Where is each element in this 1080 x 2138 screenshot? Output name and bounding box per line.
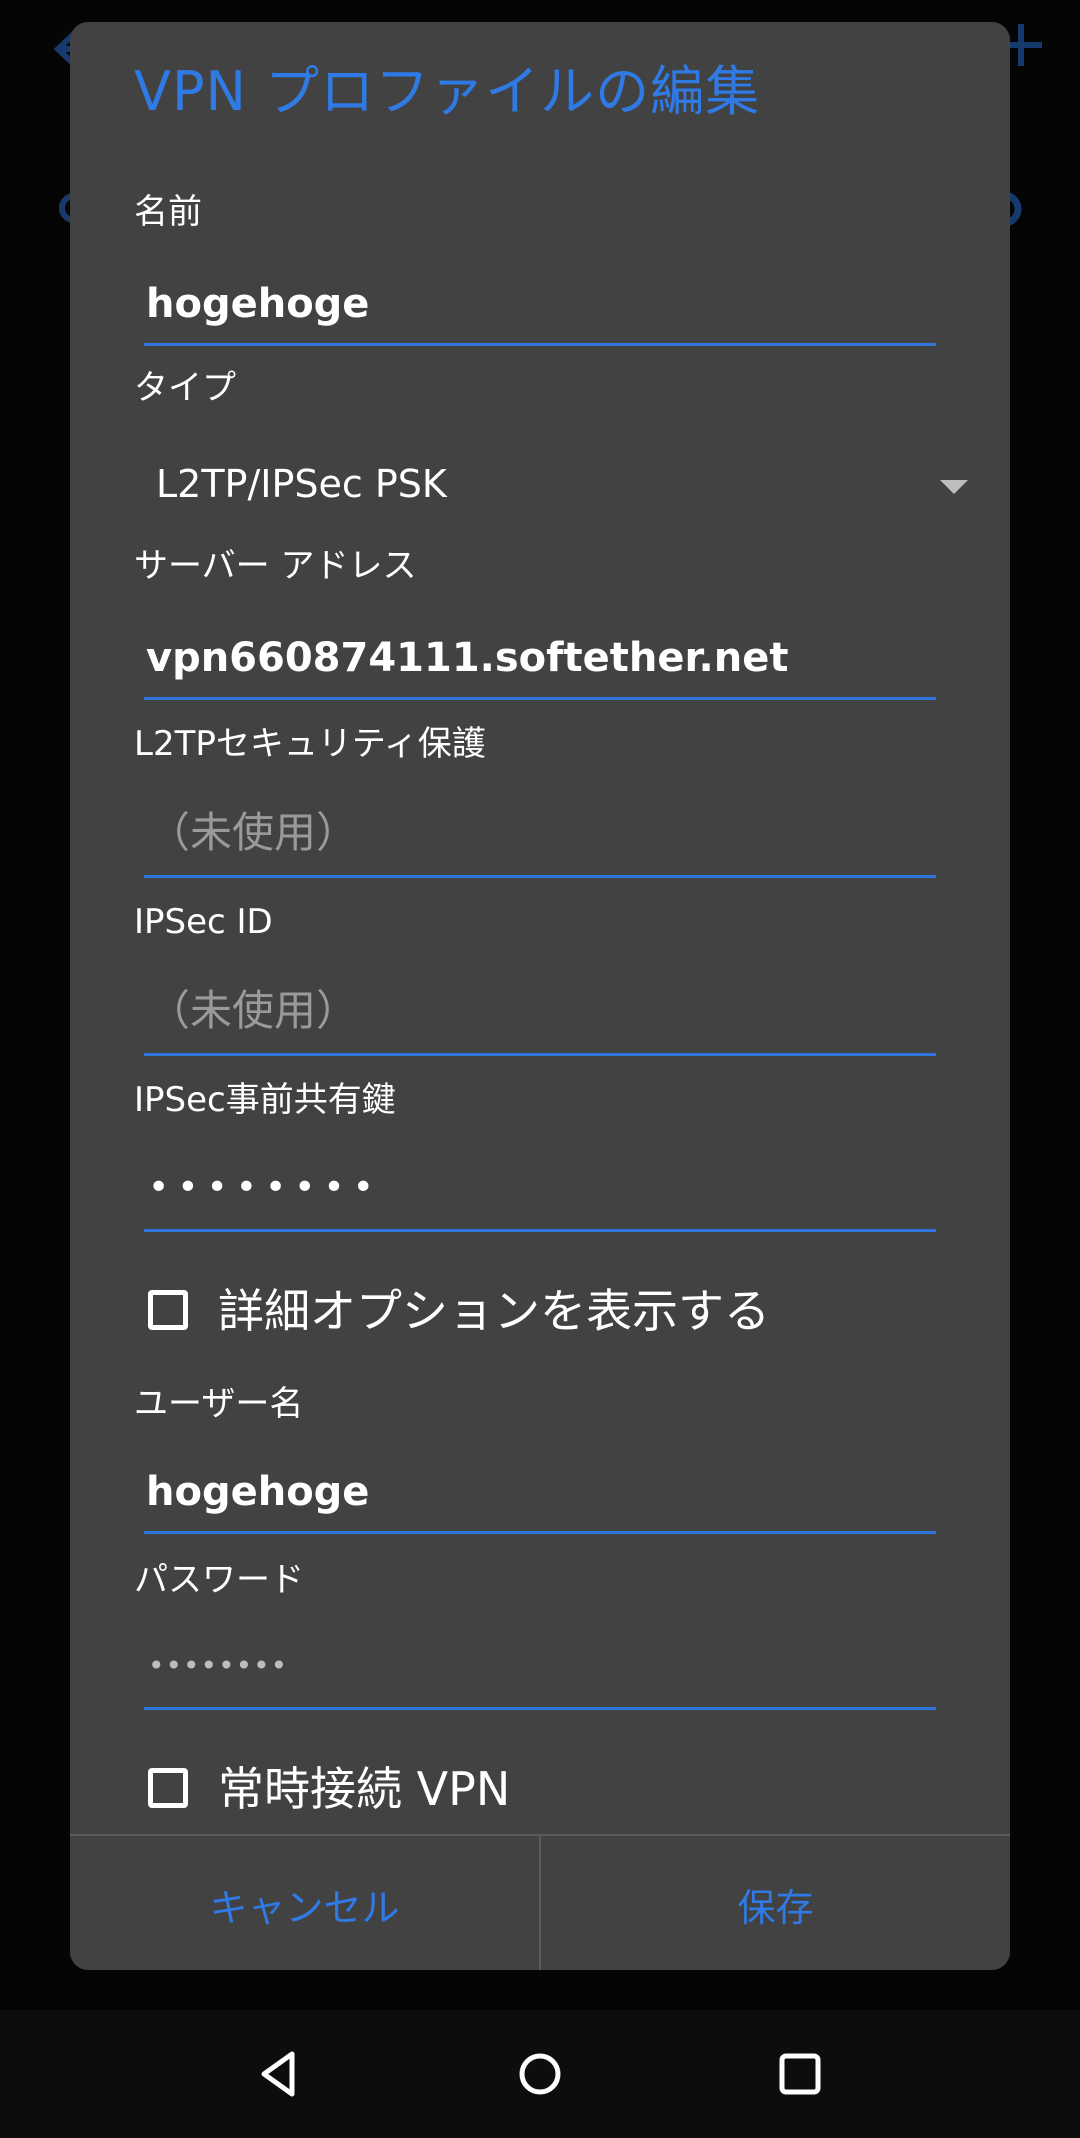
password-masked-value: •••••••• (148, 1649, 289, 1682)
username-container (144, 1454, 936, 1534)
recents-icon[interactable] (770, 2044, 830, 2104)
dialog-title: VPN プロファイルの編集 (134, 60, 761, 123)
l2tp-secret-field[interactable]: （未使用） (144, 798, 936, 878)
name-label: 名前 (134, 192, 202, 232)
password-label: パスワード (134, 1560, 304, 1600)
ipsec-id-placeholder: （未使用） (148, 986, 359, 1035)
l2tp-secret-placeholder: （未使用） (148, 808, 359, 857)
username-input[interactable] (144, 1454, 936, 1530)
server-address-container (144, 620, 936, 700)
dialog-button-bar: キャンセル 保存 (70, 1834, 1010, 1970)
ipsec-psk-label: IPSec事前共有鍵 (134, 1080, 396, 1120)
server-address-input[interactable] (144, 620, 936, 696)
dropdown-arrow-icon (940, 480, 968, 494)
always-on-vpn-checkbox[interactable] (148, 1768, 188, 1808)
name-input[interactable] (144, 266, 936, 342)
cancel-button[interactable]: キャンセル (70, 1836, 541, 1970)
ipsec-psk-masked-value: •••••••• (148, 1167, 382, 1208)
password-field[interactable]: •••••••• (144, 1630, 936, 1710)
type-select-value: L2TP/IPSec PSK (156, 462, 447, 506)
save-button[interactable]: 保存 (541, 1836, 1010, 1970)
always-on-vpn-label: 常時接続 VPN (218, 1762, 511, 1816)
always-on-vpn-option[interactable]: 常時接続 VPN (148, 1762, 848, 1822)
show-advanced-label: 詳細オプションを表示する (218, 1284, 770, 1338)
username-label: ユーザー名 (134, 1384, 304, 1424)
ipsec-id-label: IPSec ID (134, 902, 273, 942)
type-label: タイプ (134, 368, 236, 408)
show-advanced-checkbox[interactable] (148, 1290, 188, 1330)
ipsec-id-field[interactable]: （未使用） (144, 976, 936, 1056)
type-select[interactable]: L2TP/IPSec PSK (144, 442, 984, 526)
system-navigation-bar (0, 2010, 1080, 2138)
home-icon[interactable] (510, 2044, 570, 2104)
show-advanced-option[interactable]: 詳細オプションを表示する (148, 1284, 848, 1344)
back-icon[interactable] (250, 2044, 310, 2104)
name-field-container (144, 266, 936, 346)
server-address-label: サーバー アドレス (134, 546, 417, 586)
edit-vpn-profile-dialog: VPN プロファイルの編集 名前 タイプ L2TP/IPSec PSK サーバー… (70, 22, 1010, 1970)
l2tp-secret-label: L2TPセキュリティ保護 (134, 724, 486, 764)
ipsec-psk-field[interactable]: •••••••• (144, 1152, 936, 1232)
